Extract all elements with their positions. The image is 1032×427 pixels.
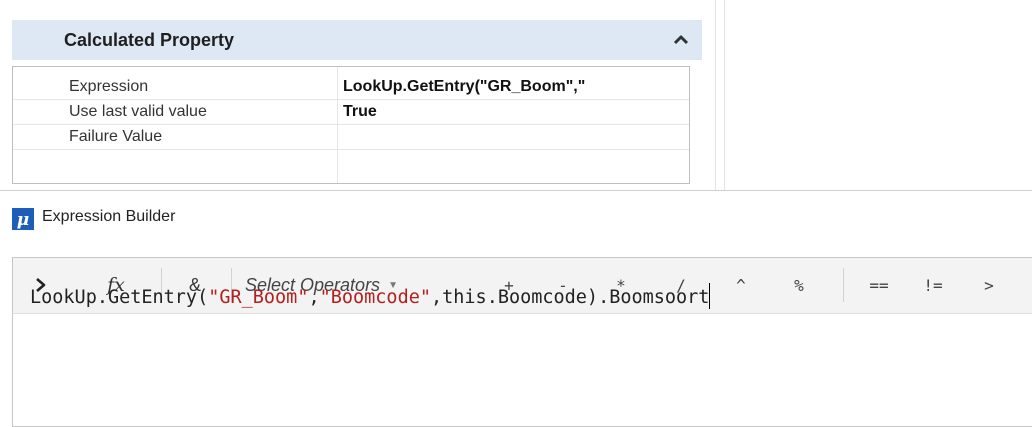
dialog-titlebar: μ Expression Builder [0, 191, 1032, 247]
section-title: Calculated Property [64, 30, 235, 50]
expression-code: , [308, 287, 320, 308]
section-header-calculated-property[interactable]: Calculated Property [12, 20, 702, 60]
operator-power-button[interactable]: ^ [731, 271, 751, 299]
string-literal: "GR_Boom" [208, 287, 309, 308]
panel-splitter [724, 0, 725, 190]
property-value[interactable]: LookUp.GetEntry("GR_Boom"," [343, 78, 687, 96]
property-row-use-last-valid-value[interactable]: Use last valid value True [13, 100, 689, 125]
mu-logo-icon: μ [12, 208, 34, 230]
operator-equals-button[interactable]: == [865, 271, 893, 299]
expression-code: LookUp.GetEntry( [30, 287, 209, 308]
property-name: Use last valid value [69, 103, 207, 120]
expression-builder-dialog: μ Expression Builder fx & Select Operato… [0, 190, 1032, 427]
expression-text[interactable]: LookUp.GetEntry("GR_Boom","Boomcode",thi… [30, 283, 711, 309]
property-row-expression[interactable]: Expression LookUp.GetEntry("GR_Boom"," [13, 75, 689, 100]
property-row-failure-value[interactable]: Failure Value [13, 125, 689, 150]
dialog-title: Expression Builder [42, 208, 176, 225]
text-caret [709, 283, 711, 309]
chevron-up-icon[interactable] [672, 31, 690, 49]
operator-modulo-button[interactable]: % [789, 271, 809, 299]
string-literal: "Boomcode" [319, 287, 431, 308]
svg-text:μ: μ [17, 210, 29, 230]
properties-panel: Calculated Property Expression LookUp.Ge… [0, 0, 715, 200]
panel-splitter [715, 0, 716, 190]
toolbar-separator [843, 268, 844, 302]
expression-code: ,this.Boomcode).Boomsoort [431, 287, 710, 308]
property-name: Failure Value [69, 128, 163, 145]
property-grid: Expression LookUp.GetEntry("GR_Boom"," U… [12, 66, 690, 184]
operator-not-equals-button[interactable]: != [919, 271, 947, 299]
operator-greater-than-button[interactable]: > [979, 271, 999, 299]
property-name: Expression [69, 78, 149, 95]
property-value[interactable]: True [343, 103, 687, 121]
